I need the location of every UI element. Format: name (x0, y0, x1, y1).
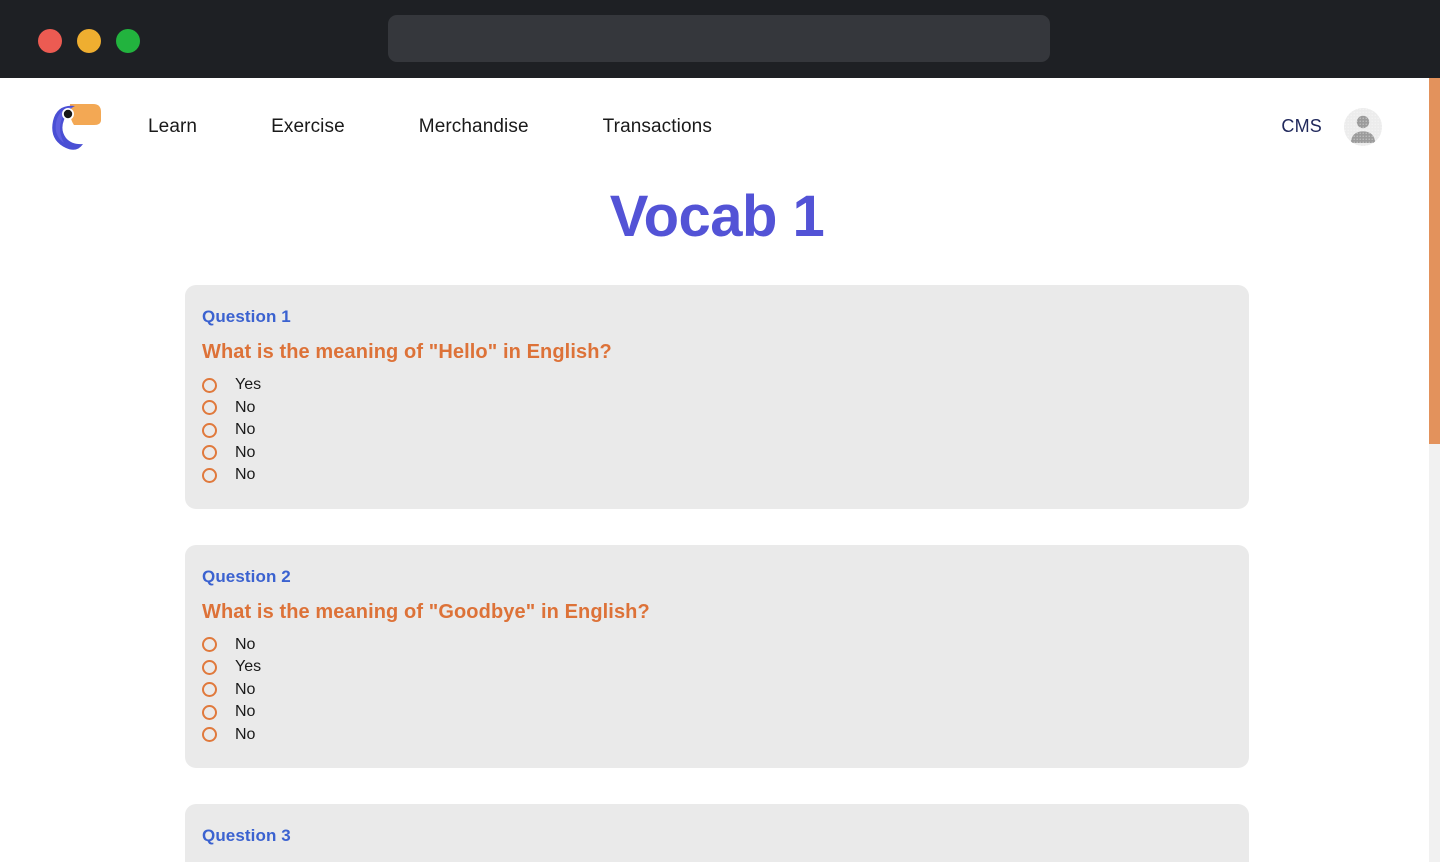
cms-link[interactable]: CMS (1281, 116, 1322, 137)
option-row[interactable]: No (202, 634, 1249, 657)
radio-icon[interactable] (202, 727, 217, 743)
option-label: Yes (235, 376, 262, 394)
radio-icon[interactable] (202, 467, 217, 483)
maximize-window-button[interactable] (116, 29, 140, 53)
header-actions: CMS (1281, 78, 1382, 175)
radio-icon[interactable] (202, 422, 217, 438)
question-card: Question 3 What is the meaning of "Goodb… (185, 804, 1249, 862)
minimize-window-button[interactable] (77, 29, 101, 53)
question-number: Question 1 (202, 307, 291, 326)
question-text: What is the meaning of "Goodbye" in Engl… (202, 600, 650, 623)
app-window: Learn Exercise Merchandise Transactions … (0, 0, 1440, 862)
question-list: Question 1 What is the meaning of "Hello… (0, 285, 1434, 862)
option-row[interactable]: No (202, 419, 1249, 442)
option-row[interactable]: No (202, 442, 1249, 465)
question-card: Question 1 What is the meaning of "Hello… (185, 285, 1249, 509)
page-scrollbar-thumb[interactable] (1429, 78, 1440, 444)
option-row[interactable]: No (202, 701, 1249, 724)
option-row[interactable]: No (202, 397, 1249, 420)
option-label: No (235, 725, 256, 743)
question-number: Question 2 (202, 566, 291, 586)
option-label: No (235, 421, 256, 439)
radio-icon[interactable] (202, 704, 217, 720)
radio-icon[interactable] (202, 682, 217, 698)
option-row[interactable]: Yes (202, 374, 1249, 397)
page-content: Vocab 1 Question 1 What is the meaning o… (0, 175, 1434, 862)
nav-item-learn[interactable]: Learn (148, 116, 197, 138)
option-row[interactable]: No (202, 724, 1249, 747)
nav-item-exercise[interactable]: Exercise (271, 116, 345, 138)
window-controls (38, 29, 140, 53)
question-card: Question 2 What is the meaning of "Goodb… (185, 544, 1249, 768)
option-row[interactable]: No (202, 679, 1249, 702)
option-list: No Yes No No No (185, 634, 1249, 747)
site-header: Learn Exercise Merchandise Transactions … (0, 78, 1440, 175)
close-window-button[interactable] (38, 29, 62, 53)
option-label: Yes (235, 658, 262, 676)
option-row[interactable]: Yes (202, 656, 1249, 679)
option-label: No (235, 635, 256, 653)
page-title: Vocab 1 (609, 184, 825, 249)
nav-item-merchandise[interactable]: Merchandise (419, 116, 529, 138)
radio-icon[interactable] (202, 400, 217, 416)
radio-icon[interactable] (202, 637, 217, 653)
option-list: Yes No No No No (185, 374, 1249, 487)
address-bar[interactable] (388, 15, 1050, 62)
radio-icon[interactable] (202, 377, 217, 393)
page-scrollbar-track[interactable] (1429, 78, 1440, 862)
toucan-logo[interactable] (44, 98, 104, 154)
option-label: No (235, 680, 256, 698)
radio-icon[interactable] (202, 659, 217, 675)
option-label: No (235, 398, 256, 416)
user-avatar[interactable] (1344, 107, 1382, 146)
option-label: No (235, 443, 256, 461)
radio-icon[interactable] (202, 445, 217, 461)
main-navigation: Learn Exercise Merchandise Transactions (148, 78, 712, 175)
browser-chrome (0, 0, 1440, 78)
question-number: Question 3 (202, 826, 291, 845)
question-text: What is the meaning of "Hello" in Englis… (202, 341, 612, 363)
nav-item-transactions[interactable]: Transactions (603, 116, 712, 138)
option-label: No (235, 466, 256, 484)
option-row[interactable]: No (202, 464, 1249, 487)
option-label: No (235, 703, 256, 721)
